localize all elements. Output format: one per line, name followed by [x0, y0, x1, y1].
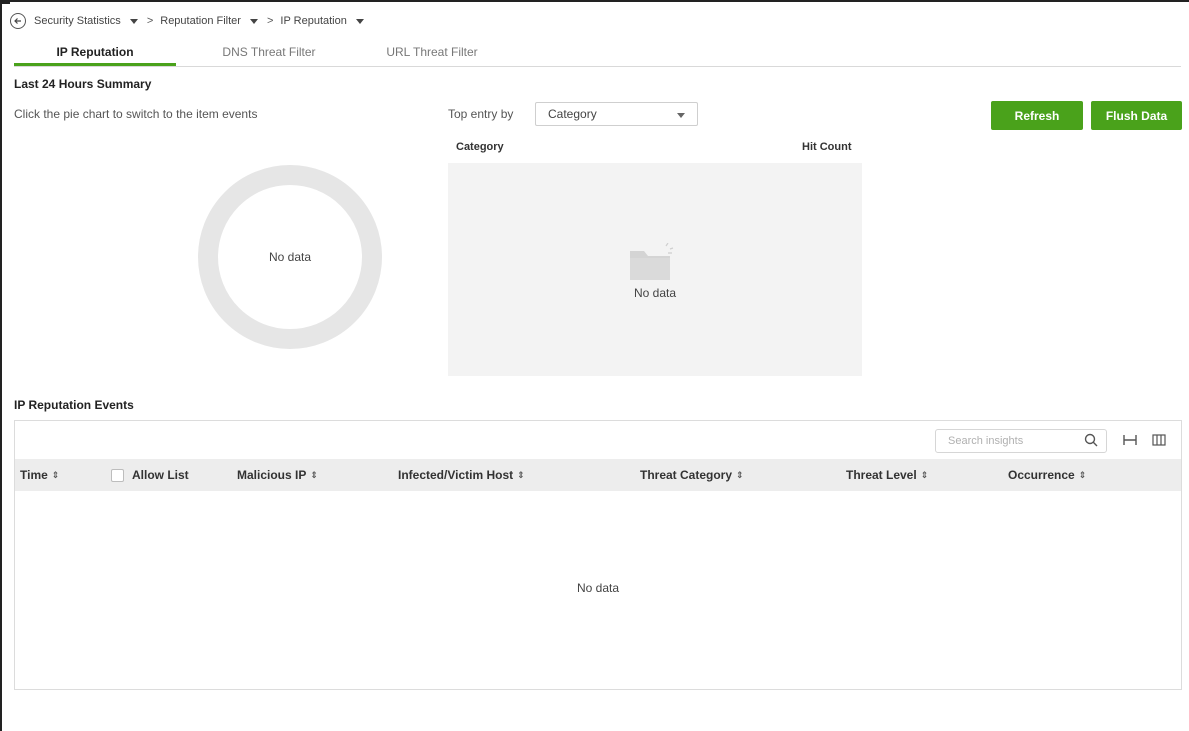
caret-down-icon[interactable] [129, 15, 138, 27]
column-label: Occurrence [1008, 468, 1075, 482]
flush-data-button[interactable]: Flush Data [1091, 101, 1182, 130]
category-column-header: Category [456, 141, 504, 153]
top-entry-label: Top entry by [448, 107, 514, 121]
tab-dns-threat-filter[interactable]: DNS Threat Filter [176, 38, 362, 66]
column-infected-victim-host[interactable]: Infected/Victim Host ⇕ [398, 459, 525, 491]
hit-count-column-header: Hit Count [802, 141, 852, 153]
back-arrow-icon[interactable] [10, 13, 26, 29]
events-table: Search insights Time ⇕ Allow List Malicio… [14, 420, 1182, 690]
column-occurrence[interactable]: Occurrence ⇕ [1008, 459, 1086, 491]
corner-mark [0, 0, 10, 4]
breadcrumb: Security Statistics > Reputation Filter … [10, 12, 373, 30]
column-time[interactable]: Time ⇕ [20, 459, 59, 491]
category-table-panel: No data [448, 163, 862, 376]
empty-folder-icon [630, 243, 674, 280]
search-placeholder: Search insights [948, 435, 1024, 447]
search-input[interactable]: Search insights [935, 429, 1107, 453]
breadcrumb-item-security-statistics[interactable]: Security Statistics [34, 15, 147, 27]
allow-list-checkbox[interactable] [111, 468, 124, 482]
search-icon[interactable] [1084, 433, 1098, 450]
breadcrumb-item-reputation-filter[interactable]: Reputation Filter [160, 15, 267, 27]
column-label: Allow List [132, 468, 189, 482]
column-malicious-ip[interactable]: Malicious IP ⇕ [237, 459, 318, 491]
tab-url-threat-filter[interactable]: URL Threat Filter [362, 38, 502, 66]
column-label: Threat Category [640, 468, 733, 482]
column-label: Malicious IP [237, 468, 307, 482]
tab-divider [14, 66, 1181, 67]
breadcrumb-separator: > [266, 15, 274, 27]
table-header-row: Time ⇕ Allow List Malicious IP ⇕ Infected/… [15, 459, 1181, 491]
pie-hint-text: Click the pie chart to switch to the ite… [14, 107, 258, 121]
caret-down-icon[interactable] [355, 15, 364, 27]
breadcrumb-label: IP Reputation [280, 15, 347, 27]
sort-icon: ⇕ [736, 469, 744, 480]
sort-icon: ⇕ [920, 469, 929, 480]
column-label: Time [20, 468, 48, 482]
tab-bar: IP Reputation DNS Threat Filter URL Thre… [14, 38, 502, 66]
refresh-button[interactable]: Refresh [991, 101, 1083, 130]
sort-icon: ⇕ [51, 469, 60, 480]
caret-down-icon[interactable] [249, 15, 258, 27]
column-allow-list: Allow List [111, 459, 189, 491]
pie-chart[interactable]: No data [196, 163, 384, 351]
table-empty-text: No data [576, 581, 620, 595]
category-empty-text: No data [633, 286, 677, 300]
column-label: Infected/Victim Host [398, 468, 514, 482]
breadcrumb-label: Reputation Filter [160, 15, 241, 27]
summary-title: Last 24 Hours Summary [14, 77, 152, 91]
columns-icon[interactable] [1152, 433, 1166, 450]
column-label: Threat Level [846, 468, 917, 482]
column-threat-level[interactable]: Threat Level ⇕ [846, 459, 928, 491]
sort-icon: ⇕ [1078, 469, 1087, 480]
events-title: IP Reputation Events [14, 398, 134, 412]
sort-icon: ⇕ [517, 469, 525, 480]
breadcrumb-separator: > [146, 15, 154, 27]
tab-ip-reputation[interactable]: IP Reputation [14, 38, 176, 66]
breadcrumb-label: Security Statistics [34, 15, 121, 27]
select-value: Category [548, 107, 597, 121]
breadcrumb-item-ip-reputation[interactable]: IP Reputation [280, 15, 372, 27]
column-threat-category[interactable]: Threat Category ⇕ [640, 459, 744, 491]
sort-icon: ⇕ [310, 469, 318, 480]
pie-empty-text: No data [268, 250, 312, 264]
caret-down-icon [677, 107, 685, 121]
fit-width-icon[interactable] [1123, 433, 1137, 450]
top-entry-select[interactable]: Category [535, 102, 698, 126]
active-tab-indicator [14, 63, 176, 66]
